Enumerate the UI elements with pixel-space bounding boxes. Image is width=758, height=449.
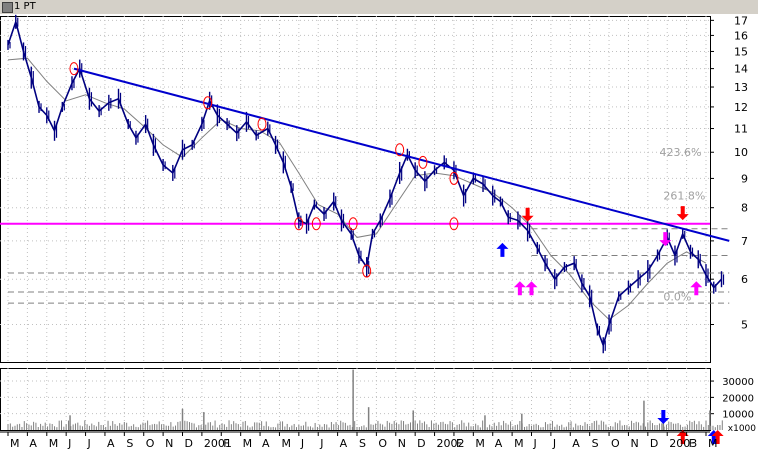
- y-tick-label: 6: [741, 273, 748, 286]
- x-tick-label: S: [592, 437, 599, 449]
- x-tick-label: J: [533, 437, 537, 449]
- y-tick-label: 17: [734, 14, 748, 27]
- x-tick-label: M: [243, 437, 253, 449]
- y-tick-label: 11: [734, 123, 748, 136]
- x-tick-label: O: [378, 437, 387, 449]
- x-tick-label: F: [223, 437, 229, 449]
- x-tick-label: O: [146, 437, 155, 449]
- volume-tick-label: 30000: [722, 377, 754, 388]
- x-tick-label: A: [572, 437, 580, 449]
- x-tick-label: O: [611, 437, 620, 449]
- y-tick-label: 7: [741, 235, 748, 248]
- y-tick-label: 13: [734, 81, 748, 94]
- x-tick-label: D: [185, 437, 193, 449]
- x-tick-label: D: [650, 437, 658, 449]
- chart-window: { "window": { "title": "1 PT" }, "chart_…: [0, 0, 758, 449]
- x-tick-label: A: [495, 437, 503, 449]
- x-tick-label: A: [107, 437, 115, 449]
- x-tick-label: M: [475, 437, 485, 449]
- y-tick-label: 5: [741, 319, 748, 332]
- x-tick-label: S: [126, 437, 133, 449]
- y-tick-label: 9: [741, 172, 748, 185]
- x-tick-label: S: [359, 437, 366, 449]
- x-tick-label: A: [262, 437, 270, 449]
- x-tick-label: F: [456, 437, 462, 449]
- volume-tick-label: 10000: [722, 410, 754, 421]
- x-tick-label: A: [340, 437, 348, 449]
- x-tick-label: M: [10, 437, 20, 449]
- x-tick-label: A: [29, 437, 37, 449]
- x-tick-label: F: [689, 437, 695, 449]
- y-tick-label: 12: [734, 101, 748, 114]
- x-tick-label: N: [165, 437, 173, 449]
- price-volume-chart: 17 16 15 14 13 12 11 10 9 8 7 6 5 423.6% 261.8% 0.0% 30…: [0, 14, 758, 449]
- x-tick-label: N: [630, 437, 638, 449]
- volume-tick-label: 20000: [722, 393, 754, 404]
- y-tick-label: 15: [734, 45, 748, 58]
- y-tick-label: 14: [734, 63, 748, 76]
- volume-unit-label: x1000: [728, 424, 757, 434]
- fib-label: 0.0%: [663, 290, 691, 303]
- y-tick-label: 8: [741, 202, 748, 215]
- x-tick-label: M: [708, 437, 718, 449]
- x-tick-label: D: [417, 437, 425, 449]
- fib-label: 423.6%: [659, 146, 701, 159]
- x-tick-label: J: [319, 437, 323, 449]
- x-tick-label: J: [87, 437, 91, 449]
- x-tick-label: M: [514, 437, 524, 449]
- x-tick-label: J: [67, 437, 71, 449]
- x-tick-label: N: [398, 437, 406, 449]
- x-tick-label: J: [300, 437, 304, 449]
- x-tick-label: M: [49, 437, 59, 449]
- x-tick-label: M: [281, 437, 291, 449]
- fib-label: 261.8%: [663, 190, 705, 203]
- y-tick-label: 16: [734, 29, 748, 42]
- y-tick-label: 10: [734, 146, 748, 159]
- x-tick-label: J: [552, 437, 556, 449]
